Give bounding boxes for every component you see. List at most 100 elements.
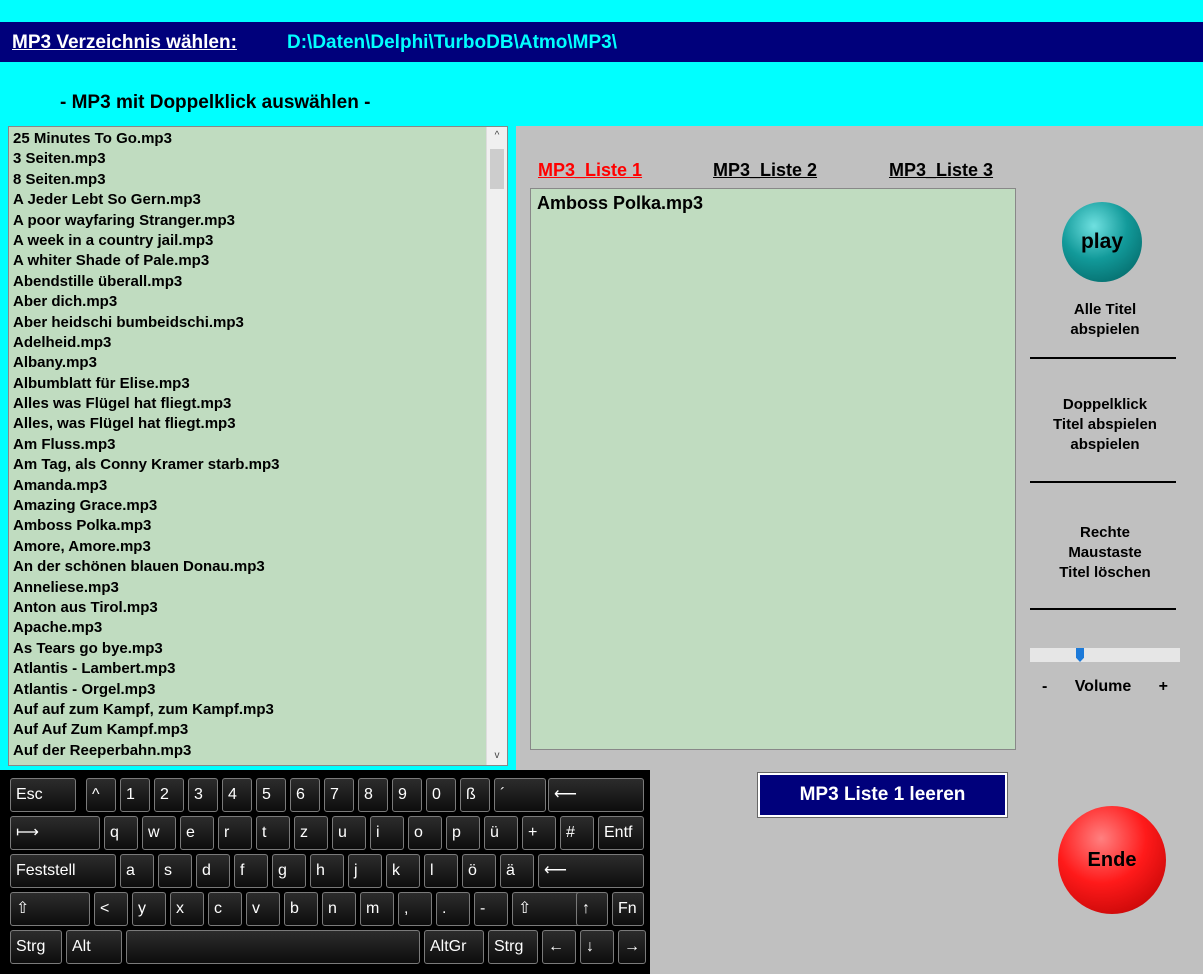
key[interactable]: 7 (324, 778, 354, 812)
key[interactable]: n (322, 892, 356, 926)
key[interactable]: Esc (10, 778, 76, 812)
key[interactable]: 6 (290, 778, 320, 812)
file-list-item[interactable]: Anneliese.mp3 (13, 578, 483, 598)
file-list-item[interactable]: Amore, Amore.mp3 (13, 537, 483, 557)
key[interactable]: ⟵ (548, 778, 644, 812)
key[interactable]: d (196, 854, 230, 888)
file-list-item[interactable]: A poor wayfaring Stranger.mp3 (13, 211, 483, 231)
file-list-item[interactable]: Auf Auf Zum Kampf.mp3 (13, 720, 483, 740)
key[interactable]: ´ (494, 778, 546, 812)
key[interactable]: y (132, 892, 166, 926)
key[interactable]: e (180, 816, 214, 850)
key[interactable]: - (474, 892, 508, 926)
key[interactable]: + (522, 816, 556, 850)
key[interactable]: 5 (256, 778, 286, 812)
file-list-item[interactable]: 25 Minutes To Go.mp3 (13, 129, 483, 149)
file-list-item[interactable]: Adelheid.mp3 (13, 333, 483, 353)
key[interactable]: ↓ (580, 930, 614, 964)
key[interactable]: 0 (426, 778, 456, 812)
file-list-item[interactable]: Am Tag, als Conny Kramer starb.mp3 (13, 455, 483, 475)
key[interactable]: w (142, 816, 176, 850)
key[interactable]: f (234, 854, 268, 888)
key[interactable]: t (256, 816, 290, 850)
file-list-item[interactable]: Aber dich.mp3 (13, 292, 483, 312)
file-list-item[interactable]: A Jeder Lebt So Gern.mp3 (13, 190, 483, 210)
scroll-thumb[interactable] (490, 149, 504, 189)
file-list-item[interactable]: Amazing Grace.mp3 (13, 496, 483, 516)
file-list-item[interactable]: 3 Seiten.mp3 (13, 149, 483, 169)
clear-list-button[interactable]: MP3 Liste 1 leeren (757, 772, 1008, 818)
choose-directory-link[interactable]: MP3 Verzeichnis wählen: (12, 32, 237, 54)
key[interactable]: ⇧ (10, 892, 90, 926)
playlist[interactable]: Amboss Polka.mp3 (530, 188, 1016, 750)
file-list[interactable]: 25 Minutes To Go.mp3 3 Seiten.mp3 8 Seiten… (8, 126, 508, 766)
file-list-item[interactable]: As Tears go bye.mp3 (13, 639, 483, 659)
file-list-item[interactable]: Alles, was Flügel hat fliegt.mp3 (13, 414, 483, 434)
key[interactable]: i (370, 816, 404, 850)
key[interactable]: → (618, 930, 646, 964)
tab-mp3-liste-3[interactable]: MP3_Liste 3 (889, 160, 993, 181)
key[interactable]: Entf (598, 816, 644, 850)
key[interactable]: ⟵ (538, 854, 644, 888)
key[interactable]: ← (542, 930, 576, 964)
tab-mp3-liste-2[interactable]: MP3_Liste 2 (713, 160, 817, 181)
file-list-item[interactable]: An der schönen blauen Donau.mp3 (13, 557, 483, 577)
file-list-item[interactable]: A whiter Shade of Pale.mp3 (13, 251, 483, 271)
key[interactable]: q (104, 816, 138, 850)
key[interactable]: Strg (10, 930, 62, 964)
file-list-item[interactable]: Am Fluss.mp3 (13, 435, 483, 455)
key[interactable] (126, 930, 420, 964)
key[interactable]: ö (462, 854, 496, 888)
key[interactable]: s (158, 854, 192, 888)
key[interactable]: 3 (188, 778, 218, 812)
play-button[interactable]: play (1062, 202, 1142, 282)
key[interactable]: ß (460, 778, 490, 812)
key[interactable]: v (246, 892, 280, 926)
key[interactable]: h (310, 854, 344, 888)
key[interactable]: 4 (222, 778, 252, 812)
key[interactable]: z (294, 816, 328, 850)
key[interactable]: u (332, 816, 366, 850)
file-list-item[interactable]: Atlantis - Lambert.mp3 (13, 659, 483, 679)
end-button[interactable]: Ende (1058, 806, 1166, 914)
key[interactable]: p (446, 816, 480, 850)
key[interactable]: 8 (358, 778, 388, 812)
key[interactable]: , (398, 892, 432, 926)
key[interactable]: ä (500, 854, 534, 888)
key[interactable]: x (170, 892, 204, 926)
key[interactable]: l (424, 854, 458, 888)
key[interactable]: ↑ (576, 892, 608, 926)
key[interactable]: ^ (86, 778, 116, 812)
file-list-item[interactable]: Amanda.mp3 (13, 476, 483, 496)
key[interactable]: c (208, 892, 242, 926)
key[interactable]: g (272, 854, 306, 888)
key[interactable]: 9 (392, 778, 422, 812)
file-list-scrollbar[interactable]: ^ v (486, 127, 507, 765)
key[interactable]: # (560, 816, 594, 850)
file-list-item[interactable]: Aber heidschi bumbeidschi.mp3 (13, 313, 483, 333)
volume-slider[interactable] (1030, 648, 1180, 662)
key[interactable]: Alt (66, 930, 122, 964)
file-list-item[interactable]: 8 Seiten.mp3 (13, 170, 483, 190)
file-list-item[interactable]: Abendstille überall.mp3 (13, 272, 483, 292)
file-list-item[interactable]: Albany.mp3 (13, 353, 483, 373)
file-list-item[interactable]: Atlantis - Orgel.mp3 (13, 680, 483, 700)
playlist-item[interactable]: Amboss Polka.mp3 (537, 193, 703, 214)
file-list-item[interactable]: Auf auf zum Kampf, zum Kampf.mp3 (13, 700, 483, 720)
scroll-up-icon[interactable]: ^ (487, 127, 507, 145)
key[interactable]: 2 (154, 778, 184, 812)
key[interactable]: ü (484, 816, 518, 850)
key[interactable]: j (348, 854, 382, 888)
key[interactable]: o (408, 816, 442, 850)
key[interactable]: < (94, 892, 128, 926)
key[interactable]: m (360, 892, 394, 926)
file-list-item[interactable]: A week in a country jail.mp3 (13, 231, 483, 251)
tab-mp3-liste-1[interactable]: MP3_Liste 1 (538, 160, 642, 181)
key[interactable]: . (436, 892, 470, 926)
file-list-item[interactable]: Albumblatt für Elise.mp3 (13, 374, 483, 394)
key[interactable]: b (284, 892, 318, 926)
key[interactable]: Feststell (10, 854, 116, 888)
file-list-item[interactable]: Auf der Reeperbahn.mp3 (13, 741, 483, 761)
key[interactable]: r (218, 816, 252, 850)
file-list-item[interactable]: Apache.mp3 (13, 618, 483, 638)
